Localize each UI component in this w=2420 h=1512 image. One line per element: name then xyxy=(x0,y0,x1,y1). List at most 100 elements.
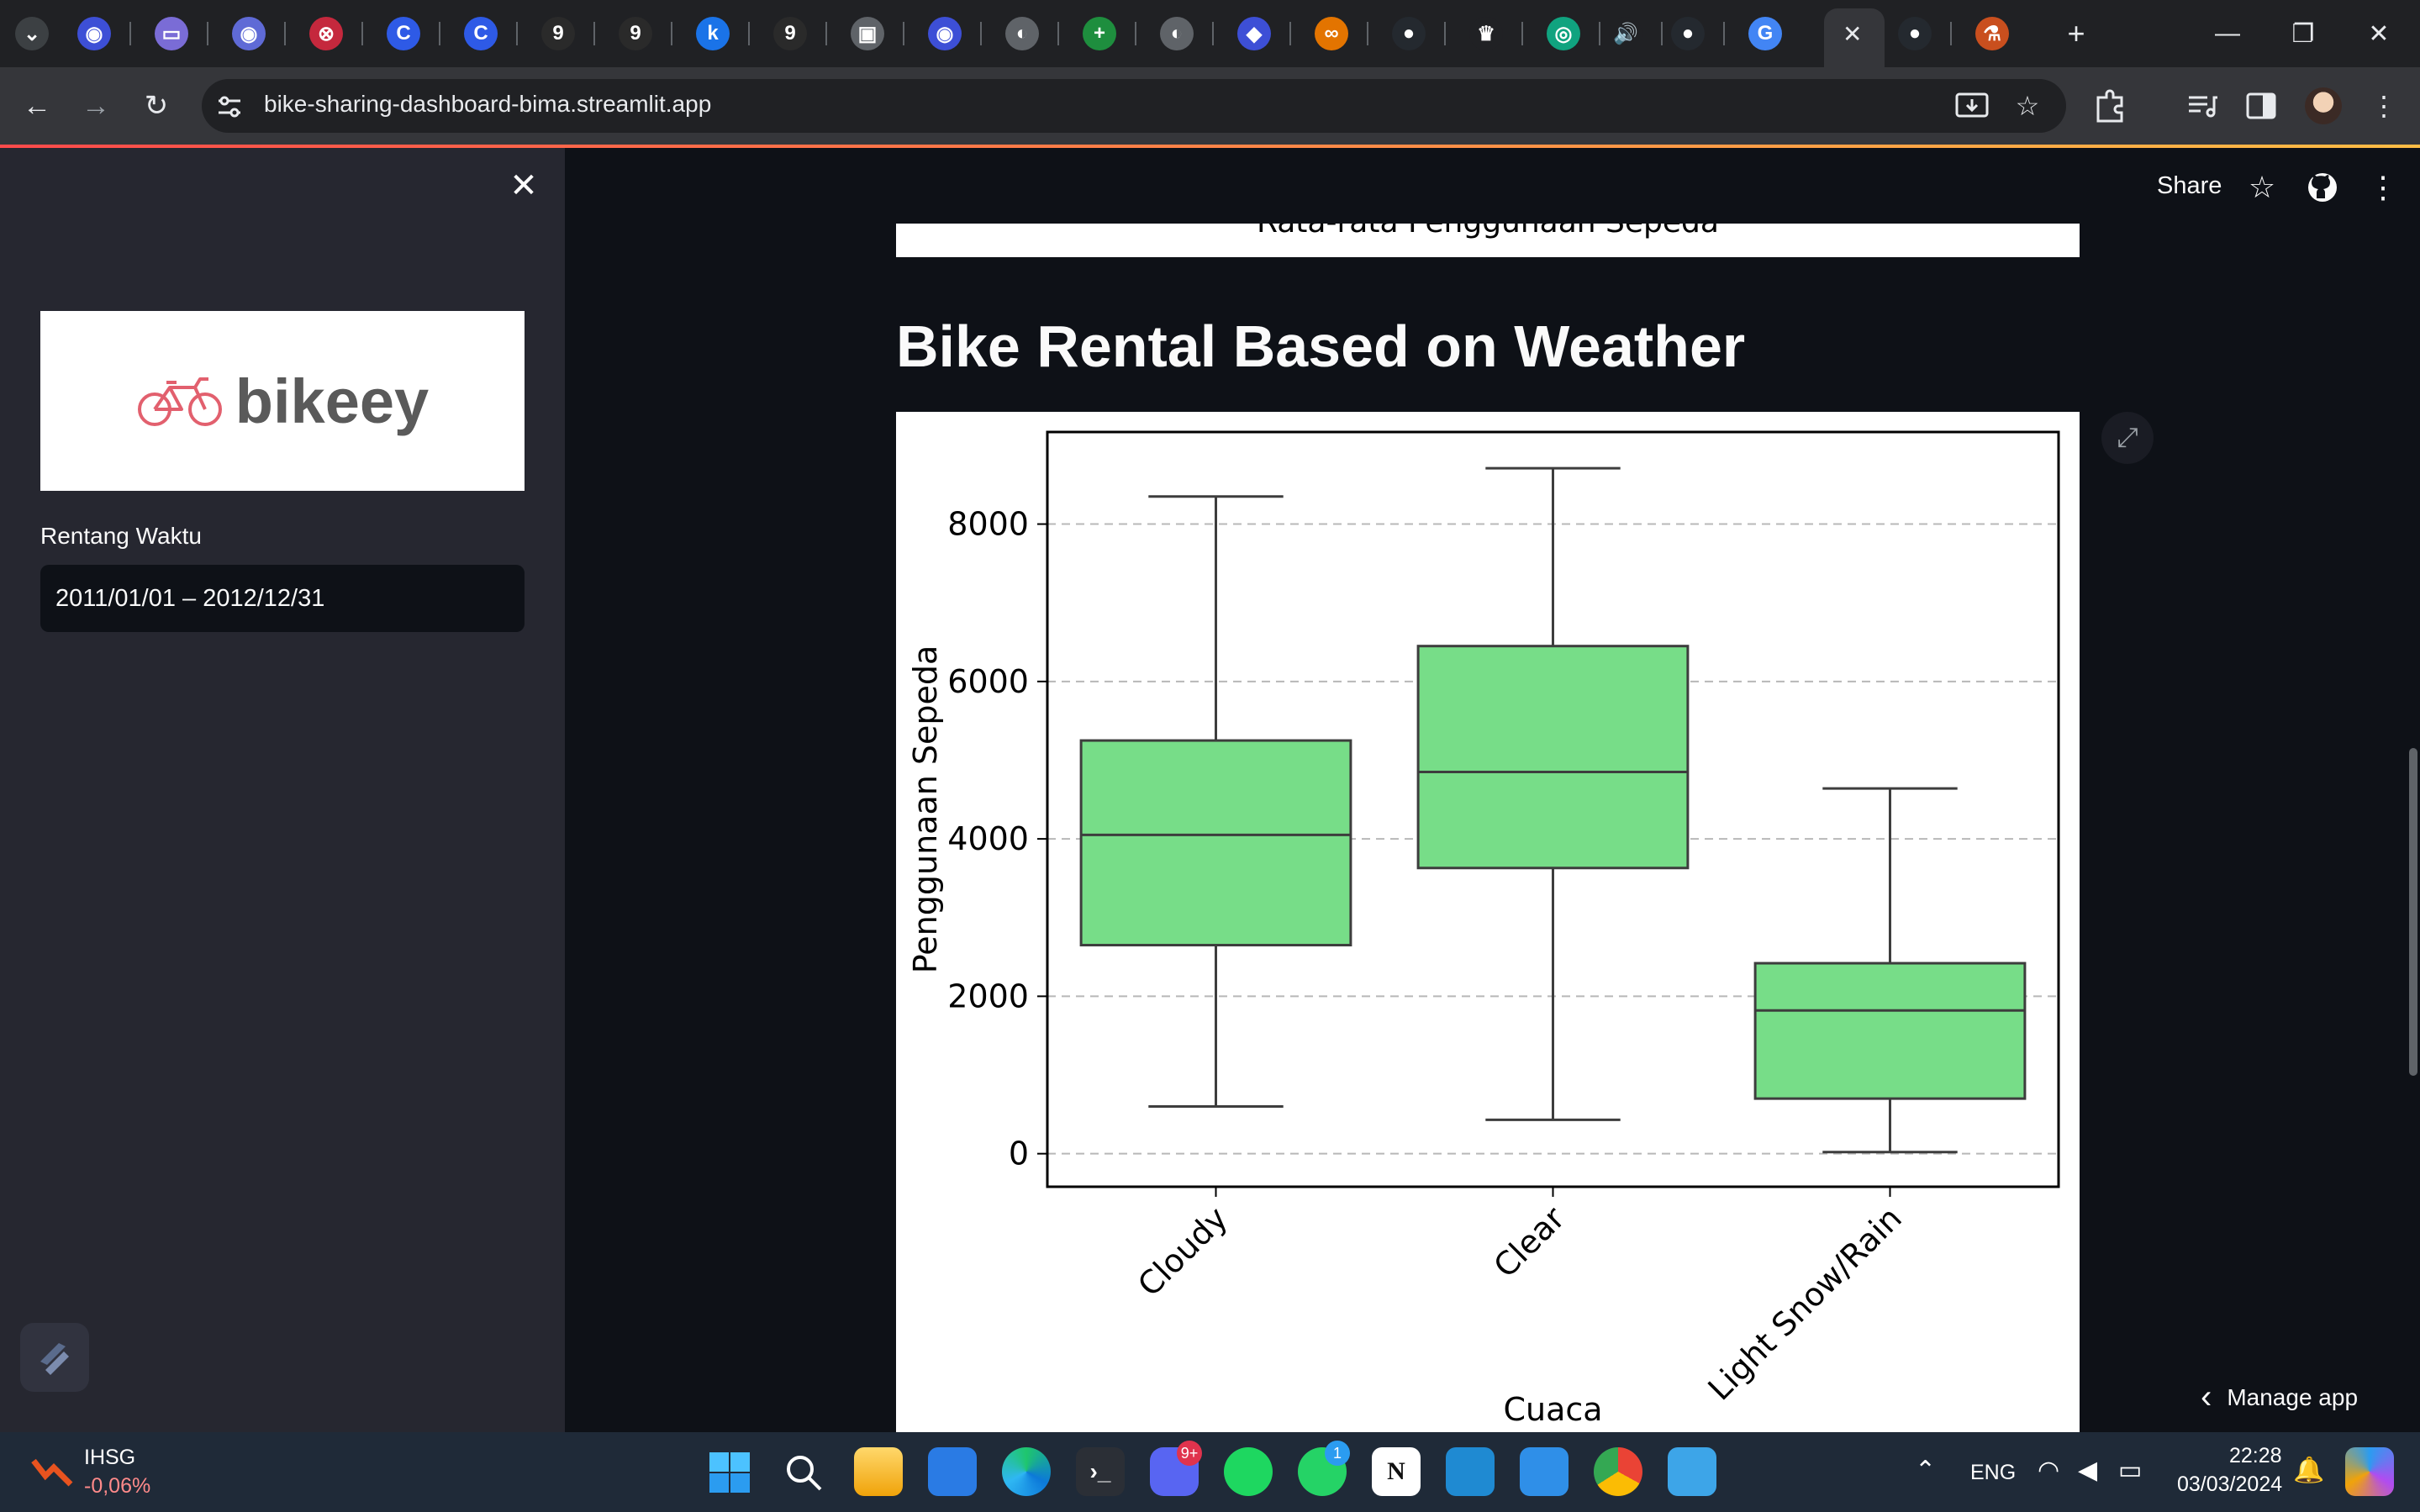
search-icon[interactable] xyxy=(782,1451,825,1494)
tab-favicon-icon[interactable]: C xyxy=(464,17,498,50)
stock-widget-icon[interactable] xyxy=(30,1452,76,1489)
tab-favicon-icon[interactable]: C xyxy=(387,17,420,50)
tab-separator xyxy=(903,22,904,45)
tab-separator xyxy=(671,22,672,45)
logo: bikeey xyxy=(40,311,525,491)
tab-favicon-icon[interactable]: ⚗ xyxy=(1975,17,2009,50)
tab-favicon-icon[interactable]: G xyxy=(1748,17,1782,50)
github-icon[interactable] xyxy=(2301,166,2344,208)
fullscreen-button[interactable]: ⤢ xyxy=(2101,412,2154,464)
tab-separator xyxy=(1599,22,1600,45)
file-explorer-icon[interactable] xyxy=(854,1447,903,1496)
side-panel-icon[interactable] xyxy=(2241,86,2281,126)
tab-favicon-icon[interactable]: ◉ xyxy=(77,17,111,50)
language-indicator[interactable]: ENG xyxy=(1970,1461,2016,1485)
tab-favicon-icon[interactable]: ⌄ xyxy=(15,17,49,50)
notepad-icon[interactable] xyxy=(1668,1447,1716,1496)
reload-button[interactable]: ↻ xyxy=(134,84,178,128)
tab-favicon-icon[interactable]: ◉ xyxy=(928,17,962,50)
tab-favicon-icon[interactable]: ⊗ xyxy=(309,17,343,50)
profile-avatar[interactable] xyxy=(2305,87,2342,124)
date-range-input[interactable]: 2011/01/01 – 2012/12/31 xyxy=(40,565,525,632)
copilot-icon[interactable] xyxy=(2345,1447,2394,1496)
tab-separator xyxy=(1289,22,1291,45)
tab-favicon-icon[interactable]: 9 xyxy=(773,17,807,50)
tab-favicon-icon[interactable]: k xyxy=(696,17,730,50)
favorite-star-icon[interactable]: ☆ xyxy=(2241,166,2283,208)
tab-favicon-icon[interactable]: ∞ xyxy=(1315,17,1348,50)
back-button[interactable]: ← xyxy=(15,84,59,128)
tab-separator xyxy=(1661,22,1663,45)
tab-separator xyxy=(1521,22,1523,45)
tab-favicon-icon[interactable]: ◉ xyxy=(232,17,266,50)
boxplot-svg: 0 2000 4000 6000 8000 Cloudy Clear Light Snow/R… xyxy=(907,430,2060,1428)
extensions-icon[interactable] xyxy=(2090,86,2130,126)
app-menu-icon[interactable]: ⋮ xyxy=(2362,166,2404,208)
tab-separator xyxy=(1444,22,1446,45)
tab-favicon-icon[interactable]: ● xyxy=(1898,17,1932,50)
tab-separator xyxy=(284,22,286,45)
x-tick-label: Cloudy xyxy=(1131,1199,1235,1304)
restore-button[interactable]: ❐ xyxy=(2278,12,2328,55)
tray-chevron-icon[interactable]: ⌃ xyxy=(1915,1456,1936,1485)
tab-favicon-icon[interactable]: ♛ xyxy=(1469,17,1503,50)
new-tab-button[interactable]: + xyxy=(2051,12,2101,55)
edge-icon[interactable] xyxy=(1002,1447,1051,1496)
section-title: Bike Rental Based on Weather xyxy=(896,313,1746,379)
tab-favicon-icon[interactable]: ◐ xyxy=(1005,17,1039,50)
x-tick-label: Light Snow/Rain xyxy=(1701,1199,1909,1407)
microsoft-store-icon[interactable] xyxy=(928,1447,977,1496)
url-text[interactable]: bike-sharing-dashboard-bima.streamlit.ap… xyxy=(264,91,711,118)
chevron-left-icon: ‹ xyxy=(2201,1378,2212,1415)
tab-favicon-icon[interactable]: ▣ xyxy=(851,17,884,50)
install-app-icon[interactable] xyxy=(1952,86,1992,126)
tab-separator xyxy=(1723,22,1725,45)
media-control-icon[interactable] xyxy=(2182,86,2222,126)
browser-menu-icon[interactable]: ⋮ xyxy=(2364,86,2404,126)
share-button[interactable]: Share xyxy=(2157,172,2222,200)
site-info-icon[interactable] xyxy=(215,92,244,121)
manage-app-button[interactable]: ‹ Manage app xyxy=(2201,1378,2358,1416)
spotify-icon[interactable] xyxy=(1224,1447,1273,1496)
windows-start-icon[interactable] xyxy=(708,1451,751,1494)
box-clear xyxy=(1416,645,1690,870)
battery-icon[interactable]: ▭ xyxy=(2118,1456,2142,1485)
clock-time[interactable]: 22:28 xyxy=(2229,1444,2282,1468)
mail-icon[interactable] xyxy=(1520,1447,1569,1496)
tab-favicon-icon[interactable]: ● xyxy=(1671,17,1705,50)
y-tick-label: 6000 xyxy=(947,663,1029,700)
tab-favicon-icon[interactable]: 🔊 xyxy=(1609,17,1642,50)
tab-favicon-icon[interactable]: ▭ xyxy=(155,17,188,50)
tab-favicon-icon[interactable]: + xyxy=(1083,17,1116,50)
clock-date[interactable]: 03/03/2024 xyxy=(2177,1472,2282,1497)
volume-icon[interactable]: ◀ xyxy=(2078,1456,2097,1485)
tab-favicon-icon[interactable]: 9 xyxy=(541,17,575,50)
tab-favicon-icon[interactable]: ● xyxy=(1392,17,1426,50)
close-tab-icon[interactable]: ✕ xyxy=(1843,20,1862,48)
minimize-button[interactable]: — xyxy=(2202,12,2253,55)
tab-separator xyxy=(593,22,595,45)
window-close-button[interactable]: ✕ xyxy=(2354,12,2404,55)
chrome-icon[interactable] xyxy=(1594,1447,1642,1496)
page-scrollbar[interactable] xyxy=(2409,748,2417,1076)
tab-favicon-icon[interactable]: ◆ xyxy=(1237,17,1271,50)
forward-button[interactable]: → xyxy=(74,84,118,128)
tab-favicon-icon[interactable]: ◐ xyxy=(1160,17,1194,50)
tab-favicon-icon[interactable]: 9 xyxy=(619,17,652,50)
wifi-icon[interactable]: ◠ xyxy=(2038,1456,2059,1485)
logo-text: bikeey xyxy=(235,366,430,436)
streamlit-logo-button[interactable] xyxy=(20,1323,89,1392)
tab-favicon-icon[interactable]: ◎ xyxy=(1547,17,1580,50)
sidebar-close-button[interactable]: ✕ xyxy=(503,165,545,207)
box-cloudy xyxy=(1079,739,1352,947)
tab-separator xyxy=(361,22,363,45)
vscode-icon[interactable] xyxy=(1446,1447,1495,1496)
tab-separator xyxy=(825,22,827,45)
notion-icon[interactable]: N xyxy=(1372,1447,1421,1496)
notification-bell-icon[interactable]: 🔔 xyxy=(2293,1456,2324,1485)
terminal-icon[interactable]: ›_ xyxy=(1076,1447,1125,1496)
tab-separator xyxy=(1057,22,1059,45)
active-tab[interactable]: ✕ xyxy=(1824,8,1885,67)
bookmark-star-icon[interactable]: ☆ xyxy=(2007,86,2048,126)
manage-app-label: Manage app xyxy=(2227,1383,2359,1410)
